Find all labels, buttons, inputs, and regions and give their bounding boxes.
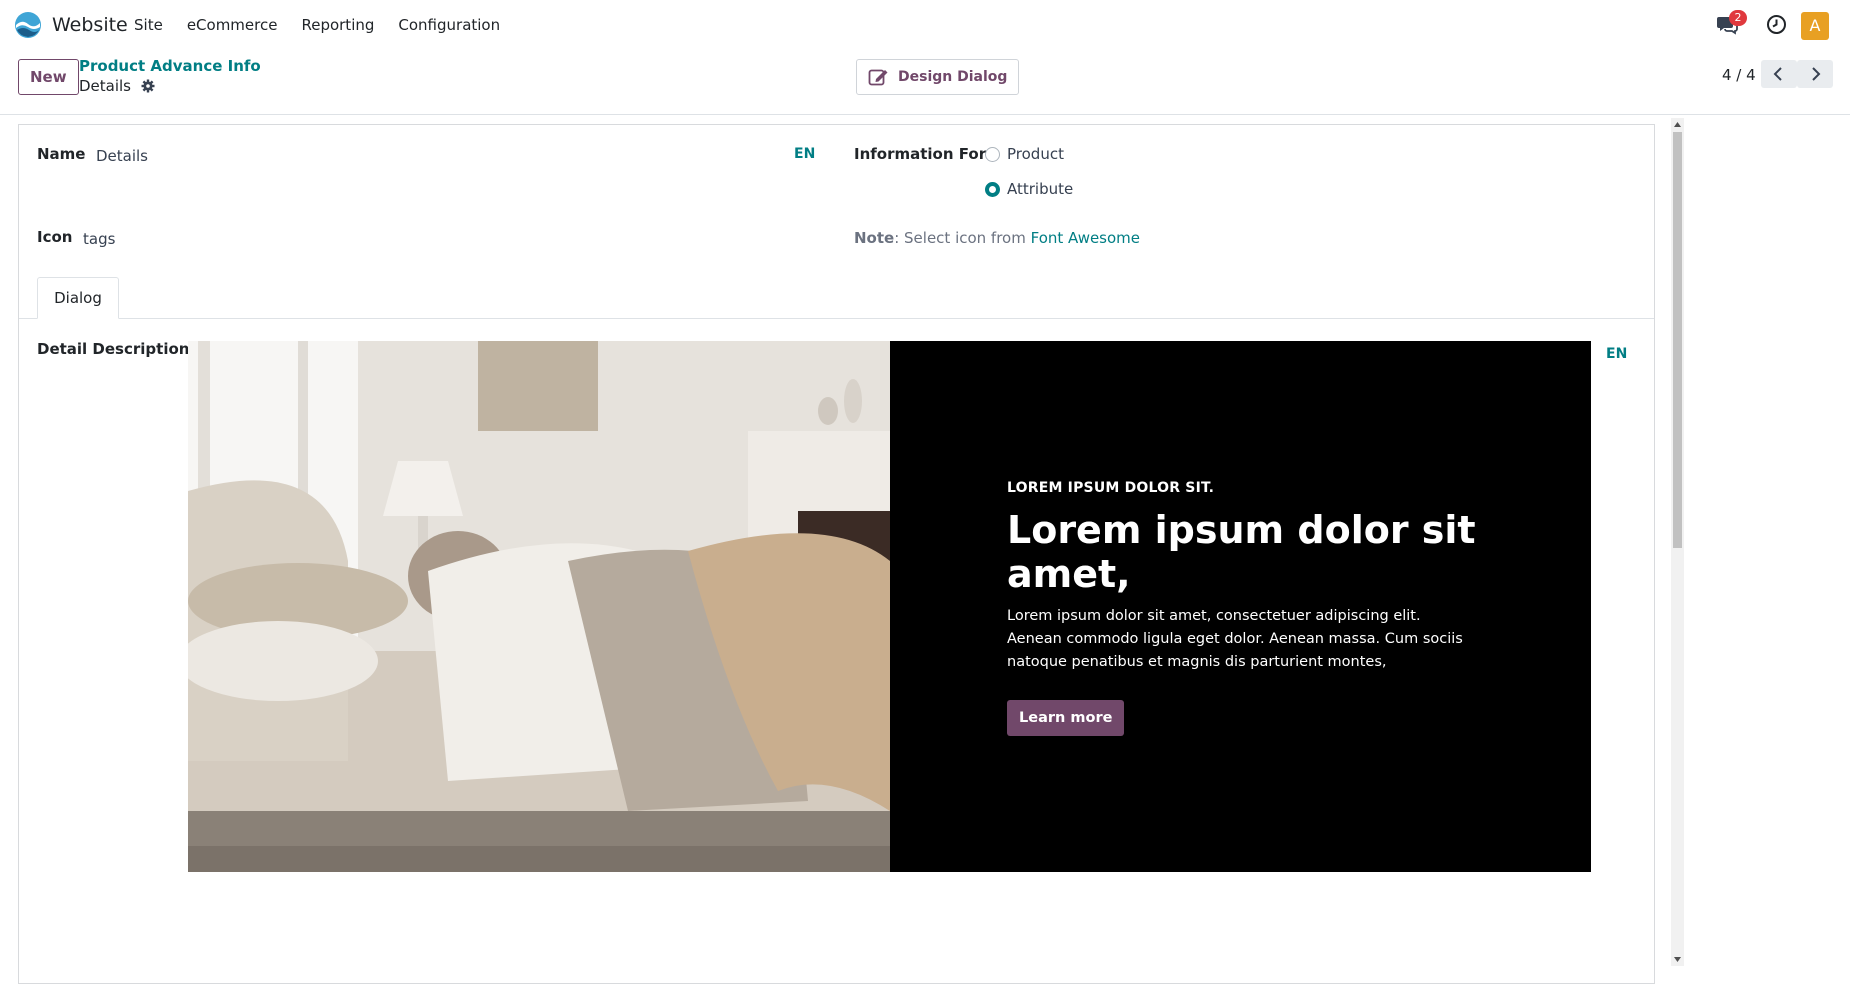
pager-value[interactable]: 4 / 4 [1722, 66, 1756, 84]
icon-field[interactable]: tags [83, 230, 115, 248]
chevron-right-icon [1812, 67, 1821, 81]
promo-eyebrow: LOREM IPSUM DOLOR SIT. [1007, 480, 1215, 496]
detail-language-button[interactable]: EN [1606, 346, 1627, 362]
edit-icon [868, 69, 888, 86]
scroll-down-arrow-icon[interactable] [1673, 955, 1682, 964]
clock-icon[interactable] [1766, 14, 1787, 35]
pager-previous-button[interactable] [1761, 60, 1797, 88]
notification-badge: 2 [1729, 10, 1747, 26]
name-label: Name [37, 145, 86, 163]
record-title: Details [79, 77, 155, 95]
menu-reporting[interactable]: Reporting [301, 16, 374, 34]
new-button[interactable]: New [18, 59, 79, 95]
form-sheet: Name Details EN Information For Product … [18, 124, 1655, 984]
icon-label: Icon [37, 228, 73, 246]
control-panel: New Product Advance Info Details Design … [0, 50, 1850, 115]
scrollbar-thumb[interactable] [1673, 132, 1682, 548]
information-for-label: Information For [854, 145, 987, 163]
name-language-button[interactable]: EN [794, 146, 815, 162]
icon-note: Note: Select icon from Font Awesome [854, 229, 1140, 247]
detail-description-editor[interactable]: LOREM IPSUM DOLOR SIT. Lorem ipsum dolor… [188, 341, 1591, 872]
radio-attribute[interactable] [985, 182, 1000, 197]
bedroom-image [188, 341, 890, 872]
radio-product-label[interactable]: Product [1007, 145, 1064, 163]
vertical-scrollbar[interactable] [1671, 118, 1684, 966]
gear-icon[interactable] [141, 79, 155, 93]
breadcrumb-link[interactable]: Product Advance Info [79, 57, 261, 75]
name-field[interactable]: Details [96, 147, 148, 165]
pager-next-button[interactable] [1797, 60, 1833, 88]
radio-attribute-label[interactable]: Attribute [1007, 180, 1073, 198]
chevron-left-icon [1773, 67, 1782, 81]
website-app-icon[interactable] [14, 11, 42, 39]
note-text: : Select icon from [894, 229, 1031, 247]
font-awesome-link[interactable]: Font Awesome [1031, 229, 1140, 247]
detail-description-label: Detail Description [37, 340, 190, 358]
notebook-tabs: Dialog [19, 277, 1654, 319]
design-dialog-button[interactable]: Design Dialog [856, 59, 1020, 95]
record-name: Details [79, 77, 132, 95]
tab-dialog[interactable]: Dialog [37, 277, 119, 319]
radio-product[interactable] [985, 147, 1000, 162]
menu-ecommerce[interactable]: eCommerce [187, 16, 278, 34]
bedroom-illustration [188, 341, 890, 872]
promo-text-block: LOREM IPSUM DOLOR SIT. Lorem ipsum dolor… [890, 341, 1591, 872]
note-label: Note [854, 229, 895, 247]
promo-body: Lorem ipsum dolor sit amet, consectetuer… [1007, 608, 1463, 670]
top-navbar: Website Site eCommerce Reporting Configu… [0, 0, 1850, 50]
main-menu: Site eCommerce Reporting Configuration [134, 16, 524, 34]
design-dialog-label: Design Dialog [898, 69, 1008, 85]
menu-configuration[interactable]: Configuration [398, 16, 500, 34]
learn-more-button[interactable]: Learn more [1007, 700, 1125, 736]
user-avatar[interactable]: A [1801, 12, 1829, 40]
scroll-up-arrow-icon[interactable] [1673, 120, 1682, 129]
app-name[interactable]: Website [52, 14, 128, 36]
promo-headline: Lorem ipsum dolor sit amet, [1007, 508, 1476, 596]
menu-site[interactable]: Site [134, 16, 163, 34]
